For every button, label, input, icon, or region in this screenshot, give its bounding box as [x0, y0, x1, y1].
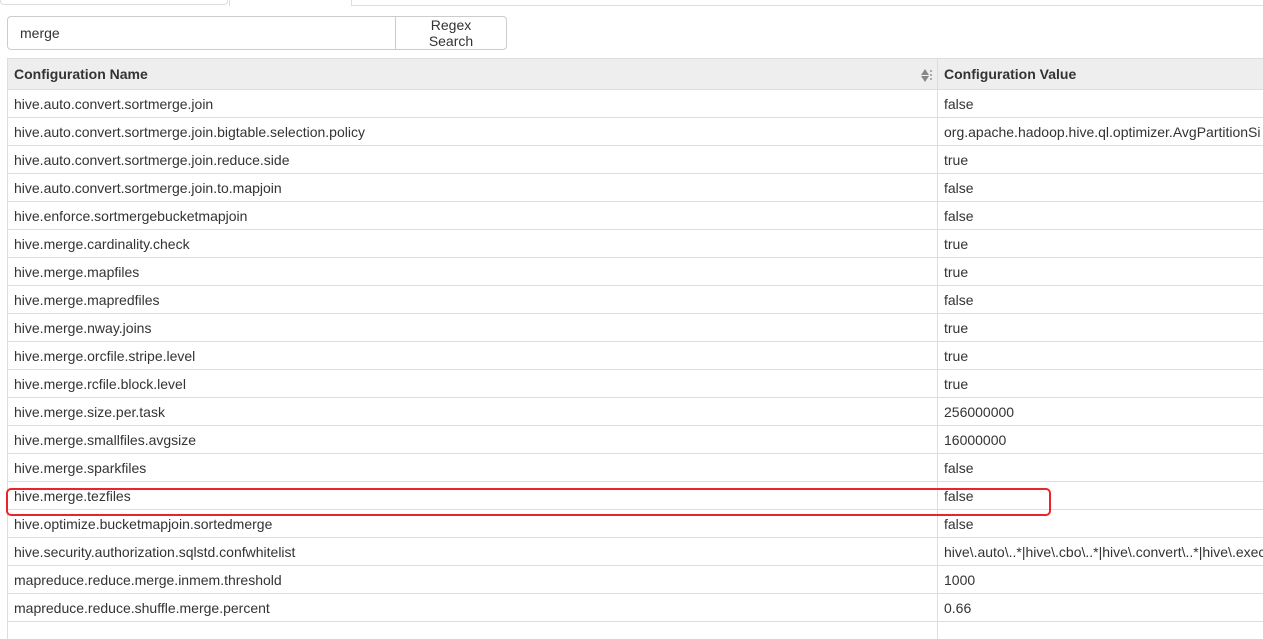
search-input[interactable]	[7, 16, 395, 50]
column-resize-icon[interactable]	[930, 70, 932, 80]
config-value-cell: false	[937, 509, 1263, 538]
table-row[interactable]: hive.merge.rcfile.block.level true	[7, 369, 1263, 398]
config-name-cell: hive.merge.cardinality.check	[7, 229, 938, 258]
config-value-cell: true	[937, 257, 1263, 286]
sort-arrows-icon	[921, 68, 929, 82]
table-row[interactable]: mapreduce.reduce.shuffle.merge.percent 0.…	[7, 593, 1263, 622]
config-name-cell: hive.merge.rcfile.block.level	[7, 369, 938, 398]
config-value-cell: true	[937, 341, 1263, 370]
config-value-cell: 16000000	[937, 425, 1263, 454]
table-row-highlighted[interactable]: hive.merge.tezfiles false	[7, 481, 1263, 510]
table-row[interactable]: hive.enforce.sortmergebucketmapjoin false	[7, 201, 1263, 230]
table-row[interactable]: hive.auto.convert.sortmerge.join.to.mapj…	[7, 173, 1263, 202]
config-value-cell: false	[937, 89, 1263, 118]
config-value-cell: true	[937, 369, 1263, 398]
table-row[interactable]: hive.merge.orcfile.stripe.level true	[7, 341, 1263, 370]
table-row[interactable]: hive.auto.convert.sortmerge.join.reduce.…	[7, 145, 1263, 174]
table-header-row: Configuration Name Configuration Value	[7, 58, 1263, 90]
config-name-cell: hive.auto.convert.sortmerge.join	[7, 89, 938, 118]
table-row[interactable]: mapreduce.reduce.merge.inmem.threshold 10…	[7, 565, 1263, 594]
config-name-cell: mapreduce.reduce.merge.inmem.threshold	[7, 565, 938, 594]
config-value-cell: true	[937, 145, 1263, 174]
table-row[interactable]	[7, 621, 1263, 639]
table-body: hive.auto.convert.sortmerge.join false hi…	[7, 89, 1263, 639]
config-name-cell: hive.merge.size.per.task	[7, 397, 938, 426]
config-name-cell: hive.merge.orcfile.stripe.level	[7, 341, 938, 370]
configuration-page: Regex Search Configuration Name	[0, 0, 1263, 639]
table-row[interactable]: hive.merge.mapredfiles false	[7, 285, 1263, 314]
table-row[interactable]: hive.security.authorization.sqlstd.confw…	[7, 537, 1263, 566]
table-row[interactable]: hive.merge.mapfiles true	[7, 257, 1263, 286]
column-header-label: Configuration Name	[14, 66, 148, 82]
config-value-cell: false	[937, 285, 1263, 314]
config-value-cell: hive\.auto\..*|hive\.cbo\..*|hive\.conve…	[937, 537, 1263, 566]
table-row[interactable]: hive.auto.convert.sortmerge.join.bigtabl…	[7, 117, 1263, 146]
config-value-cell: false	[937, 453, 1263, 482]
config-value-cell: org.apache.hadoop.hive.ql.optimizer.AvgP…	[937, 117, 1263, 146]
config-name-cell: mapreduce.reduce.shuffle.merge.percent	[7, 593, 938, 622]
config-name-cell: hive.security.authorization.sqlstd.confw…	[7, 537, 938, 566]
tab-strip	[0, 0, 1263, 6]
config-value-cell: 1000	[937, 565, 1263, 594]
column-header-configuration-value[interactable]: Configuration Value	[937, 58, 1263, 90]
table-row[interactable]: hive.merge.sparkfiles false	[7, 453, 1263, 482]
config-name-cell: hive.auto.convert.sortmerge.join.to.mapj…	[7, 173, 938, 202]
config-value-cell: false	[937, 173, 1263, 202]
config-value-cell: false	[937, 481, 1263, 510]
search-bar: Regex Search	[7, 16, 507, 50]
regex-search-button[interactable]: Regex Search	[395, 16, 507, 50]
table-row[interactable]: hive.merge.cardinality.check true	[7, 229, 1263, 258]
configuration-table: Configuration Name Configuration Value h…	[7, 58, 1263, 639]
config-value-cell: 256000000	[937, 397, 1263, 426]
config-name-cell: hive.merge.smallfiles.avgsize	[7, 425, 938, 454]
config-value-cell: true	[937, 313, 1263, 342]
config-name-cell: hive.merge.nway.joins	[7, 313, 938, 342]
config-name-cell: hive.merge.sparkfiles	[7, 453, 938, 482]
config-name-cell: hive.merge.mapfiles	[7, 257, 938, 286]
config-name-cell: hive.merge.mapredfiles	[7, 285, 938, 314]
tab-active[interactable]	[229, 0, 352, 6]
table-row[interactable]: hive.merge.nway.joins true	[7, 313, 1263, 342]
sort-icon[interactable]	[921, 67, 935, 83]
config-value-cell: true	[937, 229, 1263, 258]
config-name-cell: hive.auto.convert.sortmerge.join.bigtabl…	[7, 117, 938, 146]
tab-previous[interactable]	[0, 0, 228, 5]
column-header-label: Configuration Value	[944, 66, 1077, 82]
config-value-cell	[937, 621, 1263, 639]
table-row[interactable]: hive.optimize.bucketmapjoin.sortedmerge f…	[7, 509, 1263, 538]
config-name-cell: hive.enforce.sortmergebucketmapjoin	[7, 201, 938, 230]
config-name-cell: hive.merge.tezfiles	[7, 481, 938, 510]
tab-strip-divider	[352, 5, 1263, 6]
table-row[interactable]: hive.merge.size.per.task 256000000	[7, 397, 1263, 426]
table-row[interactable]: hive.merge.smallfiles.avgsize 16000000	[7, 425, 1263, 454]
config-name-cell	[7, 621, 938, 639]
config-name-cell: hive.auto.convert.sortmerge.join.reduce.…	[7, 145, 938, 174]
config-name-cell: hive.optimize.bucketmapjoin.sortedmerge	[7, 509, 938, 538]
column-header-configuration-name[interactable]: Configuration Name	[7, 58, 938, 90]
config-value-cell: 0.66	[937, 593, 1263, 622]
config-value-cell: false	[937, 201, 1263, 230]
table-row[interactable]: hive.auto.convert.sortmerge.join false	[7, 89, 1263, 118]
